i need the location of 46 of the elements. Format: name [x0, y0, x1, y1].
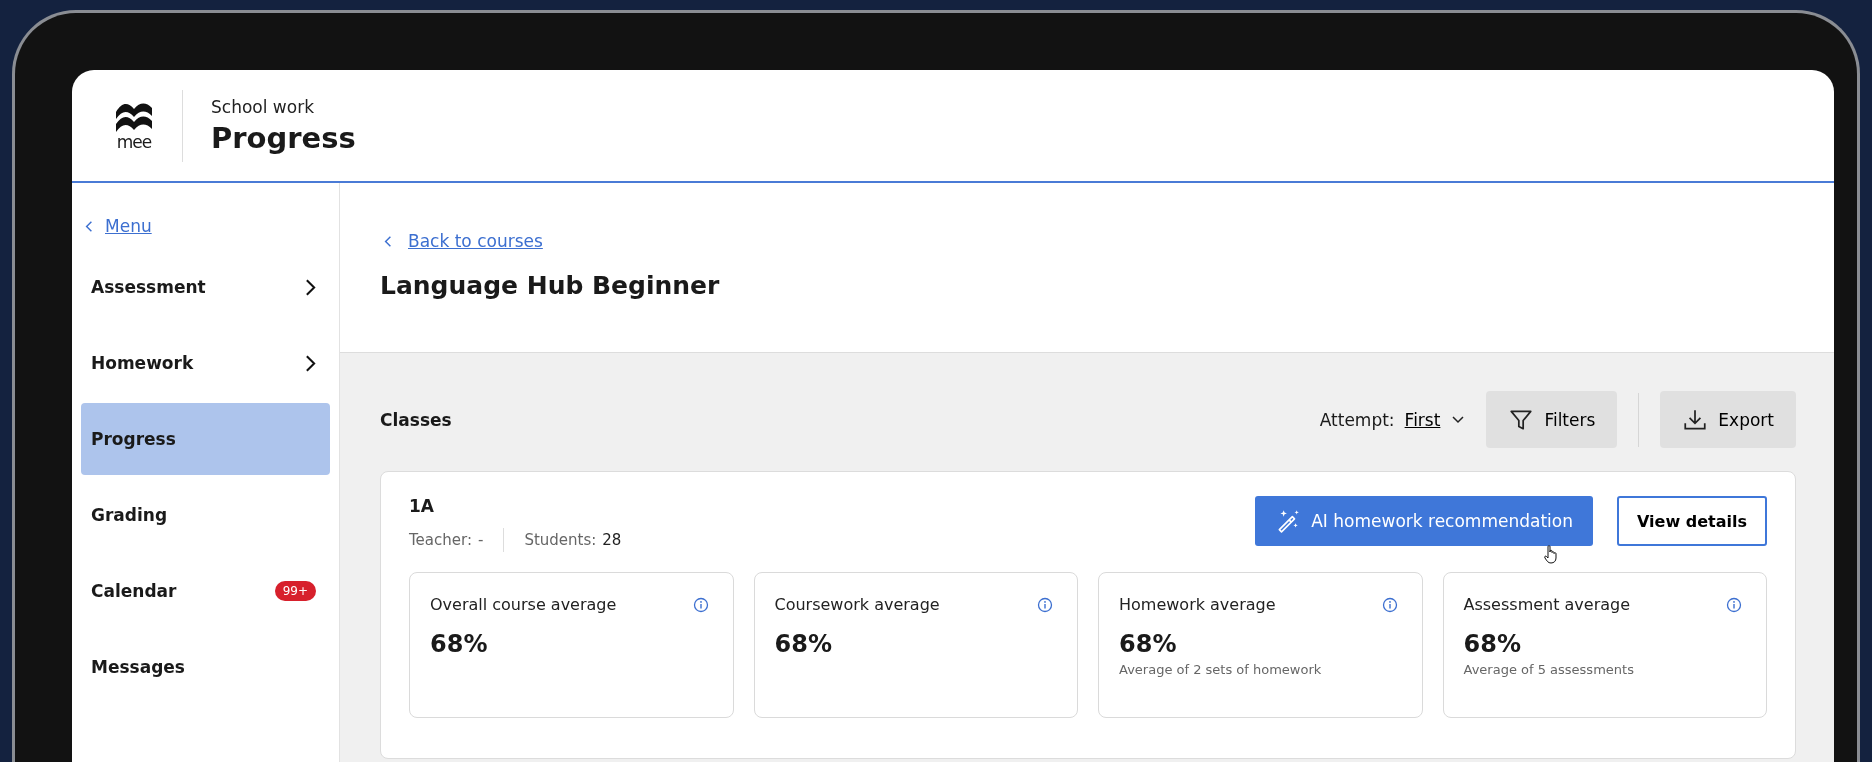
students-label: Students:: [524, 531, 597, 549]
back-to-courses-link[interactable]: Back to courses: [380, 231, 1794, 251]
stat-label: Homework average: [1119, 595, 1276, 614]
chevron-right-icon: [305, 277, 316, 297]
hand-cursor-icon: [1542, 544, 1559, 564]
sidebar-item[interactable]: Calendar 99+: [81, 555, 330, 627]
chevron-left-icon: [384, 234, 392, 248]
chevron-left-icon: [85, 219, 93, 233]
export-button[interactable]: Export: [1660, 391, 1796, 448]
sidebar-item[interactable]: Homework: [81, 327, 330, 399]
logo-text: mee: [116, 133, 152, 150]
section-label: School work: [211, 96, 315, 117]
stat-value: 68%: [1463, 630, 1522, 658]
stat-value: 68%: [430, 630, 489, 658]
filters-button[interactable]: Filters: [1486, 391, 1618, 448]
sidebar-item[interactable]: Progress: [81, 403, 330, 475]
notification-badge: 99+: [274, 581, 316, 601]
teacher-value: -: [478, 531, 484, 549]
sidebar-item[interactable]: Assessment: [81, 251, 330, 323]
view-details-button[interactable]: View details: [1616, 496, 1767, 546]
info-icon[interactable]: [1726, 596, 1742, 613]
stat-label: Assessment average: [1463, 595, 1631, 614]
sidebar-item[interactable]: Grading: [81, 479, 330, 551]
info-icon[interactable]: [1037, 596, 1053, 613]
section-heading: Classes: [380, 409, 452, 430]
info-icon[interactable]: [692, 596, 709, 613]
chevron-right-icon: [305, 353, 316, 373]
stat-value: 68%: [774, 630, 833, 658]
menu-back-link[interactable]: Menu: [81, 213, 330, 239]
ai-recommendation-button[interactable]: AI homework recommendation: [1255, 496, 1593, 546]
teacher-label: Teacher:: [409, 531, 472, 549]
stat-value: 68%: [1119, 630, 1178, 658]
stat-label: Overall course average: [430, 595, 617, 614]
logo-icon: [114, 101, 154, 134]
stat-label: Coursework average: [774, 595, 940, 614]
stat-note: Average of 2 sets of homework: [1119, 662, 1323, 677]
course-title: Language Hub Beginner: [380, 271, 721, 300]
class-name: 1A: [409, 496, 435, 516]
sidebar-item[interactable]: Messages: [81, 631, 330, 703]
students-value: 28: [602, 531, 622, 549]
attempt-dropdown[interactable]: First: [1404, 409, 1465, 430]
attempt-label: Attempt:: [1319, 409, 1395, 430]
page-title: Progress: [211, 120, 356, 155]
stat-note: Average of 5 assessments: [1463, 662, 1635, 677]
caret-icon: [1452, 415, 1465, 424]
info-icon[interactable]: [1381, 596, 1398, 613]
